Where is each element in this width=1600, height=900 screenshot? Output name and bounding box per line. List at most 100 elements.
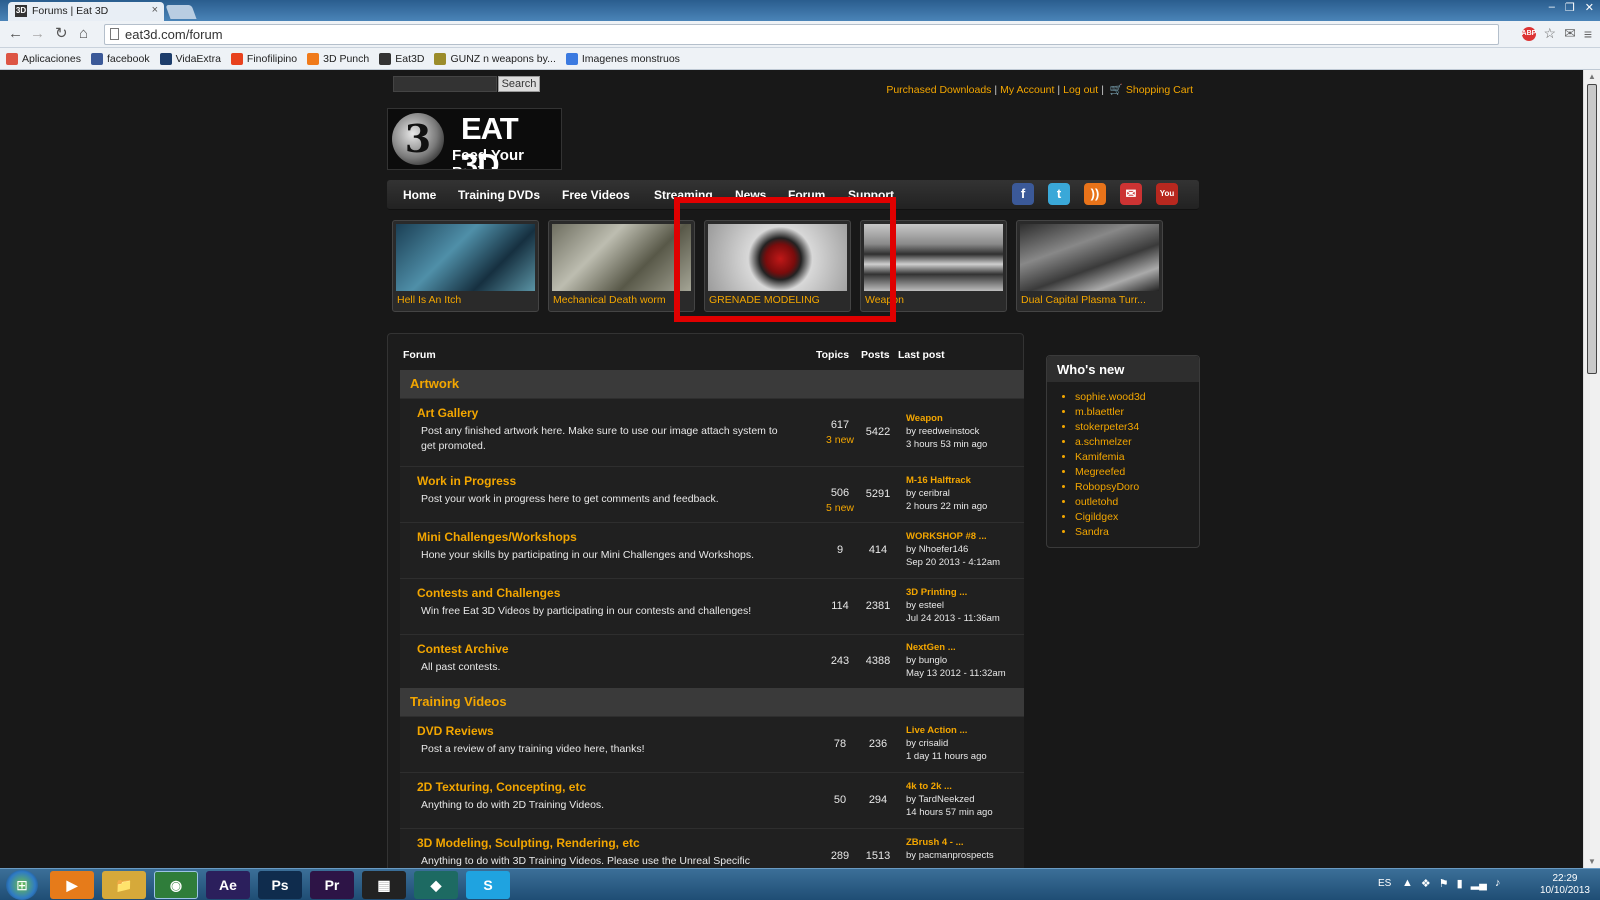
video-thumbnail[interactable]: Mechanical Death worm: [548, 220, 695, 312]
new-user-link[interactable]: Kamifemia: [1075, 450, 1199, 465]
forum-title[interactable]: Work in Progress: [417, 474, 516, 488]
clock[interactable]: 22:29 10/10/2013: [1540, 873, 1590, 897]
bookmark-star-icon[interactable]: ☆: [1544, 25, 1557, 42]
browser-tab[interactable]: 3D Forums | Eat 3D ×: [8, 2, 164, 21]
nav-free-videos[interactable]: Free Videos: [562, 188, 630, 202]
app-icon[interactable]: ▦: [362, 871, 406, 899]
bookmark-item[interactable]: GUNZ n weapons by...: [434, 52, 556, 65]
signal-icon[interactable]: ▂▄: [1471, 877, 1487, 890]
restore-icon[interactable]: ❐: [1565, 1, 1575, 14]
nav-training-dvds[interactable]: Training DVDs: [458, 188, 540, 202]
back-arrow-icon[interactable]: ←: [8, 25, 23, 43]
scroll-up-icon[interactable]: ▲: [1588, 72, 1596, 81]
new-user-link[interactable]: Cigildgex: [1075, 510, 1199, 525]
volume-icon[interactable]: ♪: [1495, 877, 1501, 890]
category-training-videos[interactable]: Training Videos: [400, 688, 1024, 716]
bookmark-item[interactable]: Aplicaciones: [6, 52, 81, 65]
last-post-title[interactable]: 3D Printing ...: [906, 587, 967, 598]
youtube-icon[interactable]: You: [1156, 183, 1178, 205]
bookmark-item[interactable]: Imagenes monstruos: [565, 52, 680, 65]
new-user-link[interactable]: sophie.wood3d: [1075, 390, 1199, 405]
menu-icon[interactable]: ≡: [1584, 26, 1592, 42]
home-icon[interactable]: ⌂: [79, 25, 88, 43]
bookmark-item[interactable]: Finofilipino: [230, 52, 297, 65]
new-topics-link[interactable]: 5 new: [810, 502, 870, 514]
last-post-title[interactable]: NextGen ...: [906, 642, 956, 653]
my-account-link[interactable]: My Account: [1000, 84, 1054, 96]
tray-expand-icon[interactable]: ▲: [1402, 877, 1413, 890]
new-user-link[interactable]: RobopsyDoro: [1075, 480, 1199, 495]
site-logo[interactable]: 3 EAT 3D Feed Your Brain!: [387, 108, 562, 170]
scrollbar-thumb[interactable]: [1587, 84, 1597, 374]
new-tab-button[interactable]: [165, 5, 197, 19]
new-user-link[interactable]: outletohd: [1075, 495, 1199, 510]
bookmark-item[interactable]: VidaExtra: [159, 52, 221, 65]
last-post-user[interactable]: pacmanprospects: [919, 850, 994, 861]
battery-icon[interactable]: ▮: [1457, 877, 1463, 890]
mail-icon[interactable]: ✉: [1120, 183, 1142, 205]
last-post-user[interactable]: ceribral: [919, 488, 950, 499]
category-artwork[interactable]: Artwork: [400, 370, 1024, 398]
adblock-icon[interactable]: ABP: [1521, 26, 1536, 41]
premiere-icon[interactable]: Pr: [310, 871, 354, 899]
last-post-title[interactable]: M-16 Halftrack: [906, 475, 971, 486]
new-user-link[interactable]: m.blaettler: [1075, 405, 1199, 420]
photoshop-icon[interactable]: Ps: [258, 871, 302, 899]
new-user-link[interactable]: Megreefed: [1075, 465, 1199, 480]
video-thumbnail[interactable]: Hell Is An Itch: [392, 220, 539, 312]
last-post-title[interactable]: WORKSHOP #8 ...: [906, 531, 987, 542]
gmail-icon[interactable]: ✉: [1564, 25, 1576, 42]
tab-close-icon[interactable]: ×: [152, 4, 158, 16]
site-search-button[interactable]: Search: [498, 76, 540, 92]
twitter-icon[interactable]: t: [1048, 183, 1070, 205]
last-post-user[interactable]: esteel: [919, 600, 944, 611]
new-user-link[interactable]: a.schmelzer: [1075, 435, 1199, 450]
language-indicator[interactable]: ES: [1378, 878, 1391, 889]
minimize-icon[interactable]: –: [1549, 1, 1555, 14]
forum-title[interactable]: Mini Challenges/Workshops: [417, 530, 577, 544]
purchased-downloads-link[interactable]: Purchased Downloads: [886, 84, 991, 96]
last-post-user[interactable]: crisalid: [919, 738, 949, 749]
last-post-user[interactable]: bunglo: [919, 655, 948, 666]
new-user-link[interactable]: Sandra: [1075, 525, 1199, 540]
explorer-icon[interactable]: 📁: [102, 871, 146, 899]
forum-title[interactable]: 2D Texturing, Concepting, etc: [417, 780, 586, 794]
thumbnail-caption[interactable]: Mechanical Death worm: [553, 294, 666, 306]
forum-title[interactable]: 3D Modeling, Sculpting, Rendering, etc: [417, 836, 640, 850]
last-post-user[interactable]: Nhoefer146: [919, 544, 969, 555]
forum-title[interactable]: Art Gallery: [417, 406, 478, 420]
thumbnail-caption[interactable]: Hell Is An Itch: [397, 294, 461, 306]
facebook-icon[interactable]: f: [1012, 183, 1034, 205]
last-post-title[interactable]: Live Action ...: [906, 725, 967, 736]
last-post-title[interactable]: 4k to 2k ...: [906, 781, 952, 792]
media-player-icon[interactable]: ▶: [50, 871, 94, 899]
last-post-user[interactable]: reedweinstock: [919, 426, 980, 437]
bookmark-item[interactable]: Eat3D: [379, 52, 424, 65]
after-effects-icon[interactable]: Ae: [206, 871, 250, 899]
thumbnail-caption[interactable]: Dual Capital Plasma Turr...: [1021, 294, 1146, 306]
forward-arrow-icon[interactable]: →: [30, 25, 45, 43]
scroll-down-icon[interactable]: ▼: [1588, 857, 1596, 866]
nav-home[interactable]: Home: [403, 188, 436, 202]
reload-icon[interactable]: ↻: [55, 25, 68, 43]
shopping-cart-link[interactable]: Shopping Cart: [1126, 84, 1193, 96]
page-scrollbar[interactable]: ▲ ▼: [1583, 70, 1600, 868]
start-button[interactable]: ⊞: [6, 870, 38, 900]
last-post-title[interactable]: Weapon: [906, 413, 943, 424]
app2-icon[interactable]: ◆: [414, 871, 458, 899]
dropbox-icon[interactable]: ❖: [1421, 877, 1431, 890]
bookmark-item[interactable]: 3D Punch: [307, 52, 369, 65]
skype-icon[interactable]: S: [466, 871, 510, 899]
last-post-title[interactable]: ZBrush 4 - ...: [906, 837, 964, 848]
last-post-user[interactable]: TardNeekzed: [919, 794, 975, 805]
log-out-link[interactable]: Log out: [1063, 84, 1098, 96]
chrome-icon[interactable]: ◉: [154, 871, 198, 899]
close-window-icon[interactable]: ✕: [1585, 1, 1594, 14]
forum-title[interactable]: Contest Archive: [417, 642, 509, 656]
forum-title[interactable]: DVD Reviews: [417, 724, 494, 738]
new-user-link[interactable]: stokerpeter34: [1075, 420, 1199, 435]
rss-icon[interactable]: )): [1084, 183, 1106, 205]
video-thumbnail[interactable]: Dual Capital Plasma Turr...: [1016, 220, 1163, 312]
forum-title[interactable]: Contests and Challenges: [417, 586, 560, 600]
bookmark-item[interactable]: facebook: [90, 52, 150, 65]
